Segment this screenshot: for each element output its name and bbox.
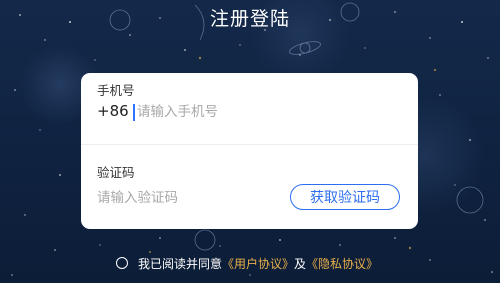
agreement-row: 我已阅读并同意 《用户协议》 及 《隐私协议》 [116,254,378,272]
privacy-agreement-link[interactable]: 《隐私协议》 [306,255,378,272]
verification-code-input[interactable] [97,188,267,208]
get-code-button[interactable]: 获取验证码 [290,184,400,210]
country-code: +86 [97,102,129,120]
phone-input[interactable] [137,102,387,122]
code-label: 验证码 [97,165,135,180]
page-title: 注册登陆 [209,8,290,30]
phone-label: 手机号 [97,83,135,98]
agree-checkbox[interactable] [116,257,128,269]
agreement-text: 我已阅读并同意 [138,256,223,271]
agreement-conjunction: 及 [294,256,307,271]
divider [81,144,418,145]
login-form-card: 手机号 +86 验证码 获取验证码 [81,73,418,229]
text-cursor [133,104,135,121]
user-agreement-link[interactable]: 《用户协议》 [222,255,294,272]
